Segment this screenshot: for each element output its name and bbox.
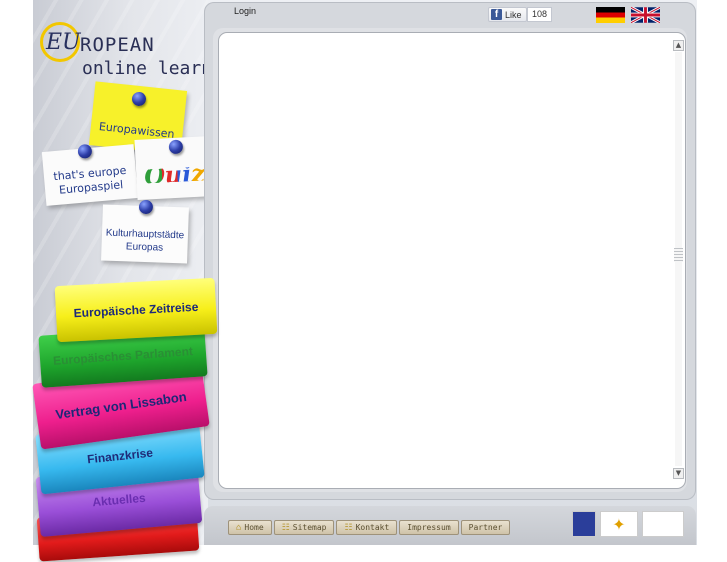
note-quiz[interactable]: Quiz <box>134 136 214 200</box>
content-area <box>218 32 686 489</box>
pin-icon <box>138 199 154 215</box>
contact-icon: ☷ <box>344 522 353 533</box>
scrollbar[interactable]: ▲ ▼ <box>673 40 685 480</box>
like-count: 108 <box>527 7 553 22</box>
scroll-up-icon[interactable]: ▲ <box>673 40 684 51</box>
note-europaspiel[interactable]: that's europe Europaspiel <box>41 143 139 206</box>
like-label: Like <box>505 9 522 20</box>
facebook-like-button[interactable]: f Like <box>488 7 527 22</box>
book-europaeische-zeitreise[interactable]: Europäische Zeitreise <box>54 277 218 343</box>
nav-label: Partner <box>468 523 503 532</box>
partner-logo-2[interactable]: ✦ <box>600 511 638 537</box>
nav-sitemap[interactable]: ☷ Sitemap <box>273 520 335 535</box>
nav-impressum[interactable]: Impressum <box>399 520 459 535</box>
home-icon: ⌂ <box>236 522 242 533</box>
sitemap-icon: ☷ <box>281 522 290 533</box>
facebook-icon: f <box>491 9 502 20</box>
nav-home[interactable]: ⌂ Home <box>228 520 272 535</box>
scrollbar-grip[interactable] <box>674 248 683 262</box>
book-label: Europäische Zeitreise <box>73 299 199 321</box>
note-label-line1: Kulturhauptstädte <box>105 227 185 242</box>
nav-kontakt[interactable]: ☷ Kontakt <box>336 520 398 535</box>
uk-flag-icon[interactable] <box>631 7 660 23</box>
star-icon: ✦ <box>612 514 626 534</box>
note-kulturhauptstaedte[interactable]: Kulturhauptstädte Europas <box>101 199 189 264</box>
book-label: Vertrag von Lissabon <box>54 388 188 422</box>
book-label: Finanzkrise <box>86 445 154 467</box>
logo-line-2: online learning <box>82 58 210 79</box>
pin-icon <box>168 139 184 155</box>
scroll-down-icon[interactable]: ▼ <box>673 468 684 479</box>
nav-label: Kontakt <box>355 523 390 532</box>
partner-logos: ✦ <box>572 511 684 537</box>
book-label: Europäisches Parlament <box>52 344 194 368</box>
partner-logo-3[interactable] <box>642 511 684 537</box>
nav-label: Home <box>244 523 264 532</box>
note-label: Quiz <box>143 158 206 191</box>
login-link[interactable]: Login <box>234 6 256 16</box>
book-label: Aktuelles <box>91 490 147 510</box>
nav-partner[interactable]: Partner <box>460 520 511 535</box>
pin-icon <box>131 91 147 107</box>
footer-nav: ⌂ Home ☷ Sitemap ☷ Kontakt Impressum Partne… <box>228 520 511 535</box>
logo-mark: EU <box>46 30 81 55</box>
partner-logo-1[interactable] <box>572 511 596 537</box>
site-logo[interactable]: EU ROPEAN online learning <box>40 18 210 80</box>
logo-line-1: ROPEAN <box>80 34 155 56</box>
nav-label: Impressum <box>407 523 451 532</box>
german-flag-icon[interactable] <box>596 7 625 23</box>
pin-icon <box>77 143 93 159</box>
nav-label: Sitemap <box>292 523 327 532</box>
